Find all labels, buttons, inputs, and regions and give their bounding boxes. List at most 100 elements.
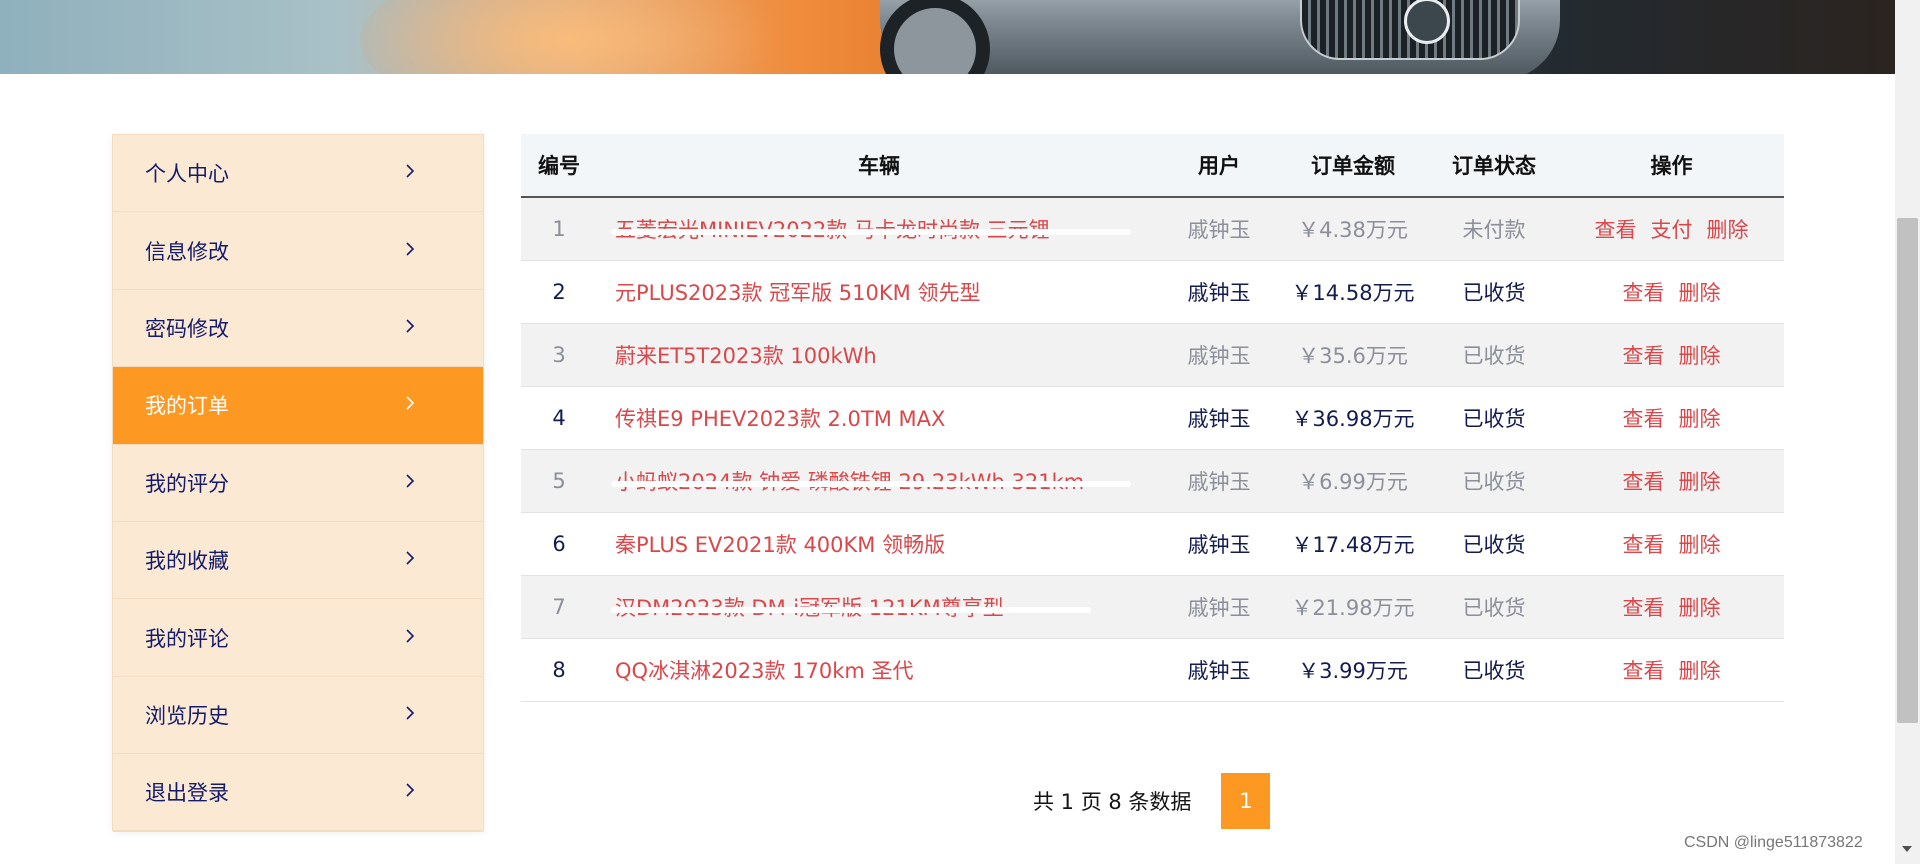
actions-cell: 查看 删除 [1559,260,1784,324]
header-banner-image [0,0,1895,74]
delete-action-link[interactable]: 删除 [1679,407,1721,431]
user-cell: 戚钟玉 [1161,638,1277,702]
vehicle-name-link[interactable]: QQ冰淇淋2023款 170km 圣代 [615,659,914,683]
actions-cell: 查看 删除 [1559,638,1784,702]
view-action-link[interactable]: 查看 [1623,533,1665,557]
status-cell: 已收货 [1429,323,1559,387]
header-col-id: 编号 [521,134,597,198]
sidebar-item-password-edit[interactable]: 密码修改 [113,290,483,368]
table-row: 7汉DM2023款 DM-i冠军版 121KM尊享型戚钟玉￥21.98万元已收货… [521,575,1784,639]
header-col-user: 用户 [1161,134,1277,198]
view-action-link[interactable]: 查看 [1623,596,1665,620]
status-cell: 已收货 [1429,386,1559,450]
sidebar-item-label: 我的收藏 [145,549,229,574]
actions-cell: 查看 删除 [1559,386,1784,450]
view-action-link[interactable]: 查看 [1623,659,1665,683]
user-cell: 戚钟玉 [1161,197,1277,261]
delete-action-link[interactable]: 删除 [1679,344,1721,368]
page-button-current[interactable]: 1 [1221,773,1271,829]
amount-cell: ￥21.98万元 [1277,575,1429,639]
chevron-right-icon [405,163,415,183]
vehicle-cell: QQ冰淇淋2023款 170km 圣代 [597,638,1161,702]
user-cell: 戚钟玉 [1161,386,1277,450]
header-col-amount: 订单金额 [1277,134,1429,198]
order-id-cell: 2 [521,260,597,324]
sidebar-item-logout[interactable]: 退出登录 [113,754,483,832]
header-col-status: 订单状态 [1429,134,1559,198]
banner-car-logo [1404,0,1450,44]
delete-action-link[interactable]: 删除 [1707,218,1749,242]
vehicle-name-link[interactable]: 元PLUS2023款 冠军版 510KM 领先型 [615,281,980,305]
header-col-vehicle: 车辆 [597,134,1161,198]
user-cell: 戚钟玉 [1161,260,1277,324]
scrollbar-thumb[interactable] [1897,218,1918,723]
delete-action-link[interactable]: 删除 [1679,596,1721,620]
amount-cell: ￥6.99万元 [1277,449,1429,513]
table-row: 5小蚂蚁2024款 钟爱 磷酸铁锂 29.23kWh 321km戚钟玉￥6.99… [521,449,1784,513]
user-cell: 戚钟玉 [1161,575,1277,639]
amount-cell: ￥4.38万元 [1277,197,1429,261]
chevron-right-icon [405,550,415,570]
sidebar-item-label: 密码修改 [145,316,229,341]
status-cell: 已收货 [1429,449,1559,513]
actions-cell: 查看 删除 [1559,449,1784,513]
sidebar-item-label: 我的订单 [145,394,229,419]
status-cell: 已收货 [1429,638,1559,702]
vehicle-name-link[interactable]: 蔚来ET5T2023款 100kWh [615,344,877,368]
view-action-link[interactable]: 查看 [1595,218,1637,242]
sidebar-item-browse-history[interactable]: 浏览历史 [113,677,483,755]
delete-action-link[interactable]: 删除 [1679,533,1721,557]
scroll-down-arrow-icon[interactable] [1902,846,1912,852]
status-cell: 未付款 [1429,197,1559,261]
actions-cell: 查看 删除 [1559,512,1784,576]
actions-cell: 查看 支付 删除 [1559,197,1784,261]
sidebar-item-label: 我的评论 [145,626,229,651]
page-scrollbar[interactable] [1895,0,1920,864]
actions-cell: 查看 删除 [1559,575,1784,639]
pagination: 共 1 页 8 条数据 1 [1033,773,1271,829]
table-row: 6 秦PLUS EV2021款 400KM 领畅版 戚钟玉 ￥17.48万元 已收货 查看… [521,512,1784,576]
table-row: 1五菱宏光MINIEV2022款 马卡龙时尚款 三元锂戚钟玉￥4.38万元未付款… [521,197,1784,261]
delete-action-link[interactable]: 删除 [1679,659,1721,683]
sidebar-item-my-comments[interactable]: 我的评论 [113,599,483,677]
amount-cell: ￥17.48万元 [1277,512,1429,576]
view-action-link[interactable]: 查看 [1623,281,1665,305]
redaction-scribble [611,229,1131,235]
delete-action-link[interactable]: 删除 [1679,281,1721,305]
chevron-right-icon [405,318,415,338]
view-action-link[interactable]: 查看 [1623,344,1665,368]
order-id-cell: 3 [521,323,597,387]
orders-table: 编号车辆用户订单金额订单状态操作 1五菱宏光MINIEV2022款 马卡龙时尚款… [521,134,1784,702]
sidebar-item-personal-center[interactable]: 个人中心 [113,135,483,213]
status-cell: 已收货 [1429,512,1559,576]
view-action-link[interactable]: 查看 [1623,470,1665,494]
sidebar-item-label: 个人中心 [145,162,229,187]
vehicle-cell: 汉DM2023款 DM-i冠军版 121KM尊享型 [597,575,1161,639]
user-cell: 戚钟玉 [1161,449,1277,513]
vehicle-cell: 秦PLUS EV2021款 400KM 领畅版 [597,512,1161,576]
sidebar-item-label: 浏览历史 [145,703,229,728]
vehicle-name-link[interactable]: 秦PLUS EV2021款 400KM 领畅版 [615,533,945,557]
status-cell: 已收货 [1429,260,1559,324]
pay-action-link[interactable]: 支付 [1651,218,1693,242]
pagination-info: 共 1 页 8 条数据 [1033,790,1192,814]
chevron-right-icon [405,628,415,648]
amount-cell: ￥3.99万元 [1277,638,1429,702]
status-cell: 已收货 [1429,575,1559,639]
chevron-right-icon [405,241,415,261]
delete-action-link[interactable]: 删除 [1679,470,1721,494]
sidebar-item-my-favorites[interactable]: 我的收藏 [113,522,483,600]
sidebar-item-info-edit[interactable]: 信息修改 [113,212,483,290]
amount-cell: ￥35.6万元 [1277,323,1429,387]
csdn-watermark: CSDN @linge511873822 [1684,834,1863,851]
user-cell: 戚钟玉 [1161,323,1277,387]
chevron-right-icon [405,473,415,493]
table-row: 4 传祺E9 PHEV2023款 2.0TM MAX 戚钟玉 ￥36.98万元 已收货查… [521,386,1784,450]
order-id-cell: 8 [521,638,597,702]
vehicle-name-link[interactable]: 传祺E9 PHEV2023款 2.0TM MAX [615,407,945,431]
sidebar-item-my-orders[interactable]: 我的订单 [113,367,483,445]
view-action-link[interactable]: 查看 [1623,407,1665,431]
sidebar-item-my-ratings[interactable]: 我的评分 [113,445,483,522]
sidebar-item-label: 退出登录 [145,781,229,806]
banner-car-wheel [880,0,990,74]
